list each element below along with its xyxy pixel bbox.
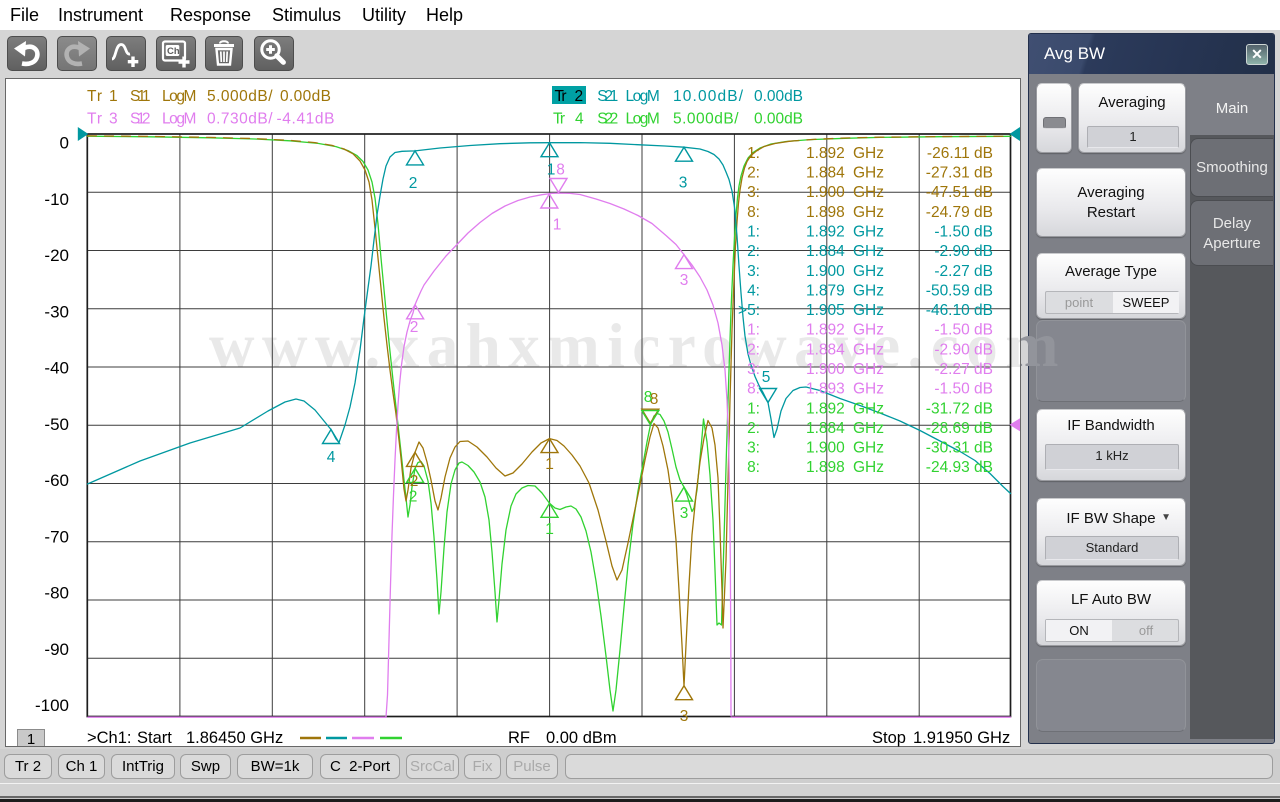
svg-text:Ch: Ch (167, 46, 180, 57)
